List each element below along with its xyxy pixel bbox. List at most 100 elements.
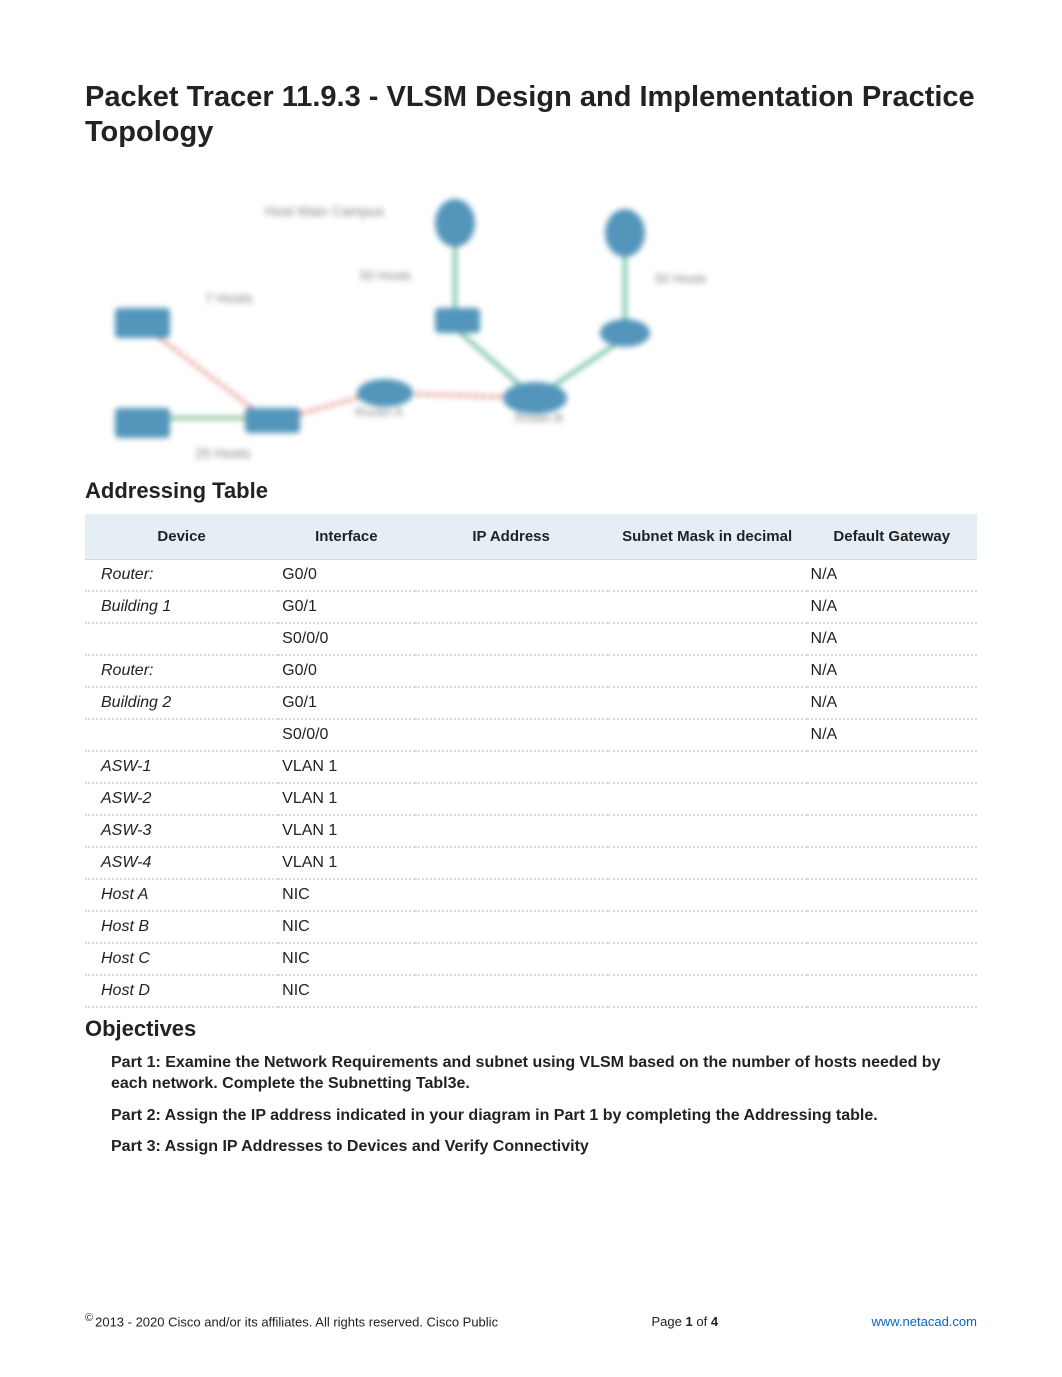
cell-device: Host D — [85, 975, 278, 1007]
table-row: Router:G0/0N/A — [85, 559, 977, 591]
cell-device: Building 1 — [85, 591, 278, 623]
cell-interface: VLAN 1 — [278, 783, 414, 815]
cell-ip — [415, 623, 608, 655]
col-mask: Subnet Mask in decimal — [608, 514, 807, 560]
cell-gateway — [807, 815, 977, 847]
topology-label: 50 Hosts — [655, 271, 707, 286]
cell-interface: NIC — [278, 879, 414, 911]
objective-item: Part 3: Assign IP Addresses to Devices a… — [111, 1136, 977, 1158]
cell-interface: G0/0 — [278, 559, 414, 591]
cell-ip — [415, 687, 608, 719]
cell-ip — [415, 943, 608, 975]
topology-label: Router-A — [355, 405, 403, 419]
cell-interface: S0/0/0 — [278, 623, 414, 655]
cell-ip — [415, 719, 608, 751]
cell-ip — [415, 847, 608, 879]
cell-gateway — [807, 847, 977, 879]
table-row: S0/0/0 N/A — [85, 719, 977, 751]
col-interface: Interface — [278, 514, 414, 560]
cell-interface: NIC — [278, 975, 414, 1007]
topology-label: Host Main Campus — [265, 203, 384, 219]
cell-mask — [608, 559, 807, 591]
cell-device — [85, 719, 278, 751]
topology-label: 25 Hosts — [195, 445, 250, 461]
cell-interface: VLAN 1 — [278, 751, 414, 783]
cell-mask — [608, 687, 807, 719]
document-title: Packet Tracer 11.9.3 - VLSM Design and I… — [85, 80, 977, 150]
cell-gateway — [807, 911, 977, 943]
cell-interface: G0/1 — [278, 591, 414, 623]
cell-mask — [608, 847, 807, 879]
cell-gateway — [807, 783, 977, 815]
cell-interface: G0/0 — [278, 655, 414, 687]
table-row: Host ANIC — [85, 879, 977, 911]
cell-ip — [415, 879, 608, 911]
cell-mask — [608, 719, 807, 751]
table-row: Building 2G0/1 N/A — [85, 687, 977, 719]
cell-ip — [415, 655, 608, 687]
cell-device: ASW-1 — [85, 751, 278, 783]
cell-gateway — [807, 943, 977, 975]
addressing-table-heading: Addressing Table — [85, 478, 977, 504]
col-gateway: Default Gateway — [807, 514, 977, 560]
cell-ip — [415, 591, 608, 623]
table-row: ASW-2VLAN 1 — [85, 783, 977, 815]
cell-gateway: N/A — [807, 655, 977, 687]
cell-interface: NIC — [278, 943, 414, 975]
cell-mask — [608, 975, 807, 1007]
topology-label: Router-B — [515, 411, 563, 425]
table-row: ASW-3VLAN 1 — [85, 815, 977, 847]
footer: 2013 - 2020 Cisco and/or its affiliates.… — [85, 1312, 977, 1329]
cell-gateway — [807, 879, 977, 911]
page-indicator: Page 1 of 4 — [652, 1314, 719, 1329]
cell-gateway — [807, 975, 977, 1007]
topology-diagram: Host Main Campus 7 Hosts 50 Hosts 50 Hos… — [85, 168, 725, 468]
cell-ip — [415, 815, 608, 847]
cell-mask — [608, 783, 807, 815]
cell-ip — [415, 975, 608, 1007]
netacad-link[interactable]: www.netacad.com — [871, 1314, 977, 1329]
cell-device: ASW-3 — [85, 815, 278, 847]
cell-ip — [415, 559, 608, 591]
cell-gateway: N/A — [807, 719, 977, 751]
cell-device: Host A — [85, 879, 278, 911]
table-header-row: Device Interface IP Address Subnet Mask … — [85, 514, 977, 560]
cell-interface: VLAN 1 — [278, 815, 414, 847]
table-row: Host CNIC — [85, 943, 977, 975]
table-row: Host DNIC — [85, 975, 977, 1007]
col-device: Device — [85, 514, 278, 560]
cell-device — [85, 623, 278, 655]
cell-ip — [415, 911, 608, 943]
cell-mask — [608, 879, 807, 911]
cell-mask — [608, 623, 807, 655]
cell-gateway: N/A — [807, 623, 977, 655]
addressing-table: Device Interface IP Address Subnet Mask … — [85, 514, 977, 1008]
table-row: S0/0/0 N/A — [85, 623, 977, 655]
cell-device: Router: — [85, 655, 278, 687]
cell-gateway — [807, 751, 977, 783]
cell-device: Building 2 — [85, 687, 278, 719]
table-row: Host BNIC — [85, 911, 977, 943]
cell-mask — [608, 815, 807, 847]
table-row: ASW-1VLAN 1 — [85, 751, 977, 783]
cell-ip — [415, 751, 608, 783]
cell-mask — [608, 751, 807, 783]
cell-mask — [608, 943, 807, 975]
table-row: ASW-4VLAN 1 — [85, 847, 977, 879]
cell-device: Host C — [85, 943, 278, 975]
col-ip: IP Address — [415, 514, 608, 560]
topology-label: 7 Hosts — [205, 290, 252, 306]
cell-interface: VLAN 1 — [278, 847, 414, 879]
cell-interface: G0/1 — [278, 687, 414, 719]
cell-interface: NIC — [278, 911, 414, 943]
cell-mask — [608, 911, 807, 943]
objective-item: Part 2: Assign the IP address indicated … — [111, 1105, 977, 1127]
cell-gateway: N/A — [807, 687, 977, 719]
cell-gateway: N/A — [807, 591, 977, 623]
cell-interface: S0/0/0 — [278, 719, 414, 751]
objective-item: Part 1: Examine the Network Requirements… — [111, 1052, 977, 1095]
cell-mask — [608, 655, 807, 687]
copyright-text: 2013 - 2020 Cisco and/or its affiliates.… — [85, 1312, 498, 1329]
cell-gateway: N/A — [807, 559, 977, 591]
topology-label: 50 Hosts — [360, 268, 412, 283]
